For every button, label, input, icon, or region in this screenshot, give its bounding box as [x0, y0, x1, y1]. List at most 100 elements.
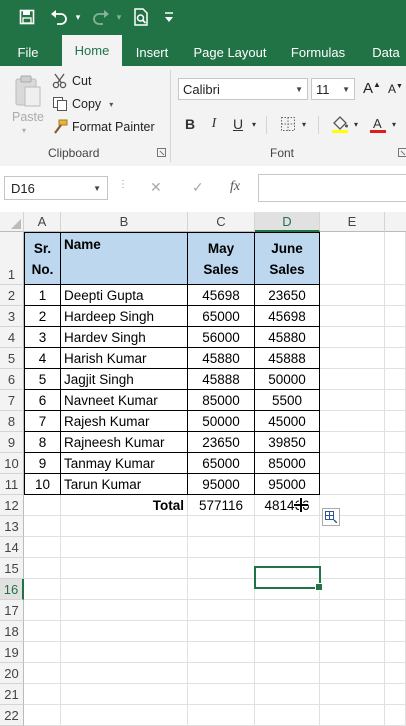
- paste-button[interactable]: Paste: [12, 110, 44, 124]
- empty-cell[interactable]: [188, 516, 255, 537]
- empty-cell[interactable]: [24, 621, 61, 642]
- row-header-15[interactable]: 15: [0, 558, 24, 579]
- empty-cell[interactable]: [385, 537, 406, 558]
- empty-cell[interactable]: [24, 495, 61, 516]
- empty-cell[interactable]: [255, 621, 320, 642]
- clipboard-launcher-icon[interactable]: [157, 148, 166, 157]
- row-header-4[interactable]: 4: [0, 327, 24, 348]
- empty-cell[interactable]: [255, 684, 320, 705]
- empty-cell[interactable]: [320, 306, 385, 327]
- row-header-3[interactable]: 3: [0, 306, 24, 327]
- empty-cell[interactable]: [320, 327, 385, 348]
- empty-cell[interactable]: [61, 579, 188, 600]
- empty-cell[interactable]: [255, 600, 320, 621]
- table-cell-may-sales[interactable]: 45698: [188, 285, 255, 306]
- empty-cell[interactable]: [255, 663, 320, 684]
- empty-cell[interactable]: [188, 705, 255, 726]
- empty-cell[interactable]: [24, 558, 61, 579]
- shrink-font-button[interactable]: A▼: [388, 82, 403, 96]
- empty-cell[interactable]: [385, 348, 406, 369]
- total-may-sales-cell[interactable]: 577116: [188, 495, 255, 516]
- format-painter-button[interactable]: Format Painter: [52, 119, 155, 135]
- row-header-22[interactable]: 22: [0, 705, 24, 726]
- empty-cell[interactable]: [385, 390, 406, 411]
- empty-cell[interactable]: [320, 621, 385, 642]
- table-cell-name[interactable]: Hardev Singh: [61, 327, 188, 348]
- row-header-13[interactable]: 13: [0, 516, 24, 537]
- redo-icon[interactable]: [90, 6, 112, 28]
- font-color-dropdown-icon[interactable]: ▾: [388, 114, 400, 134]
- print-preview-icon[interactable]: [130, 6, 152, 28]
- table-cell-name[interactable]: Harish Kumar: [61, 348, 188, 369]
- table-cell-sr[interactable]: 7: [24, 411, 61, 432]
- empty-cell[interactable]: [61, 558, 188, 579]
- column-header-d[interactable]: D: [255, 212, 320, 232]
- table-cell-sr[interactable]: 5: [24, 369, 61, 390]
- undo-icon[interactable]: [48, 6, 70, 28]
- table-cell-sr[interactable]: 8: [24, 432, 61, 453]
- total-label-cell[interactable]: Total: [61, 495, 188, 516]
- table-cell-name[interactable]: Hardeep Singh: [61, 306, 188, 327]
- empty-cell[interactable]: [320, 369, 385, 390]
- paste-dropdown-icon[interactable]: ▾: [22, 126, 26, 135]
- empty-cell[interactable]: [385, 516, 406, 537]
- underline-button[interactable]: U: [228, 114, 248, 134]
- empty-cell[interactable]: [320, 411, 385, 432]
- empty-cell[interactable]: [320, 232, 385, 285]
- empty-cell[interactable]: [255, 642, 320, 663]
- header-cell-name[interactable]: Name: [61, 232, 188, 285]
- empty-cell[interactable]: [385, 642, 406, 663]
- row-header-16[interactable]: 16: [0, 579, 24, 600]
- table-cell-may-sales[interactable]: 56000: [188, 327, 255, 348]
- empty-cell[interactable]: [385, 432, 406, 453]
- table-cell-name[interactable]: Rajneesh Kumar: [61, 432, 188, 453]
- empty-cell[interactable]: [320, 684, 385, 705]
- empty-cell[interactable]: [188, 600, 255, 621]
- font-launcher-icon[interactable]: [398, 148, 406, 157]
- paste-icon[interactable]: [10, 72, 46, 110]
- column-header-a[interactable]: A: [24, 212, 61, 232]
- empty-cell[interactable]: [188, 558, 255, 579]
- empty-cell[interactable]: [385, 453, 406, 474]
- empty-cell[interactable]: [24, 516, 61, 537]
- empty-cell[interactable]: [188, 663, 255, 684]
- table-cell-may-sales[interactable]: 50000: [188, 411, 255, 432]
- table-cell-sr[interactable]: 4: [24, 348, 61, 369]
- row-header-5[interactable]: 5: [0, 348, 24, 369]
- table-cell-june-sales[interactable]: 45880: [255, 327, 320, 348]
- row-header-17[interactable]: 17: [0, 600, 24, 621]
- table-cell-june-sales[interactable]: 23650: [255, 285, 320, 306]
- column-header-f[interactable]: [385, 212, 406, 232]
- empty-cell[interactable]: [385, 663, 406, 684]
- empty-cell[interactable]: [24, 684, 61, 705]
- row-header-9[interactable]: 9: [0, 432, 24, 453]
- empty-cell[interactable]: [188, 684, 255, 705]
- cancel-icon[interactable]: ✕: [150, 179, 162, 196]
- empty-cell[interactable]: [61, 600, 188, 621]
- row-header-20[interactable]: 20: [0, 663, 24, 684]
- italic-button[interactable]: I: [204, 114, 224, 134]
- empty-cell[interactable]: [385, 285, 406, 306]
- insert-function-icon[interactable]: fx: [230, 179, 240, 195]
- table-cell-name[interactable]: Tarun Kumar: [61, 474, 188, 495]
- empty-cell[interactable]: [320, 537, 385, 558]
- empty-cell[interactable]: [61, 663, 188, 684]
- undo-dropdown-icon[interactable]: ▾: [72, 6, 84, 28]
- table-cell-sr[interactable]: 2: [24, 306, 61, 327]
- bold-button[interactable]: B: [180, 114, 200, 134]
- row-header-1[interactable]: 1: [0, 232, 24, 285]
- empty-cell[interactable]: [385, 327, 406, 348]
- empty-cell[interactable]: [320, 579, 385, 600]
- fill-handle[interactable]: [315, 583, 323, 591]
- empty-cell[interactable]: [320, 600, 385, 621]
- empty-cell[interactable]: [61, 537, 188, 558]
- empty-cell[interactable]: [188, 579, 255, 600]
- header-cell-june-sales[interactable]: June Sales: [255, 232, 320, 285]
- table-cell-june-sales[interactable]: 45000: [255, 411, 320, 432]
- save-icon[interactable]: [16, 6, 38, 28]
- tab-file[interactable]: File: [10, 38, 46, 66]
- cut-button[interactable]: Cut: [52, 73, 91, 89]
- font-color-icon[interactable]: A: [368, 114, 388, 134]
- empty-cell[interactable]: [188, 642, 255, 663]
- row-header-11[interactable]: 11: [0, 474, 24, 495]
